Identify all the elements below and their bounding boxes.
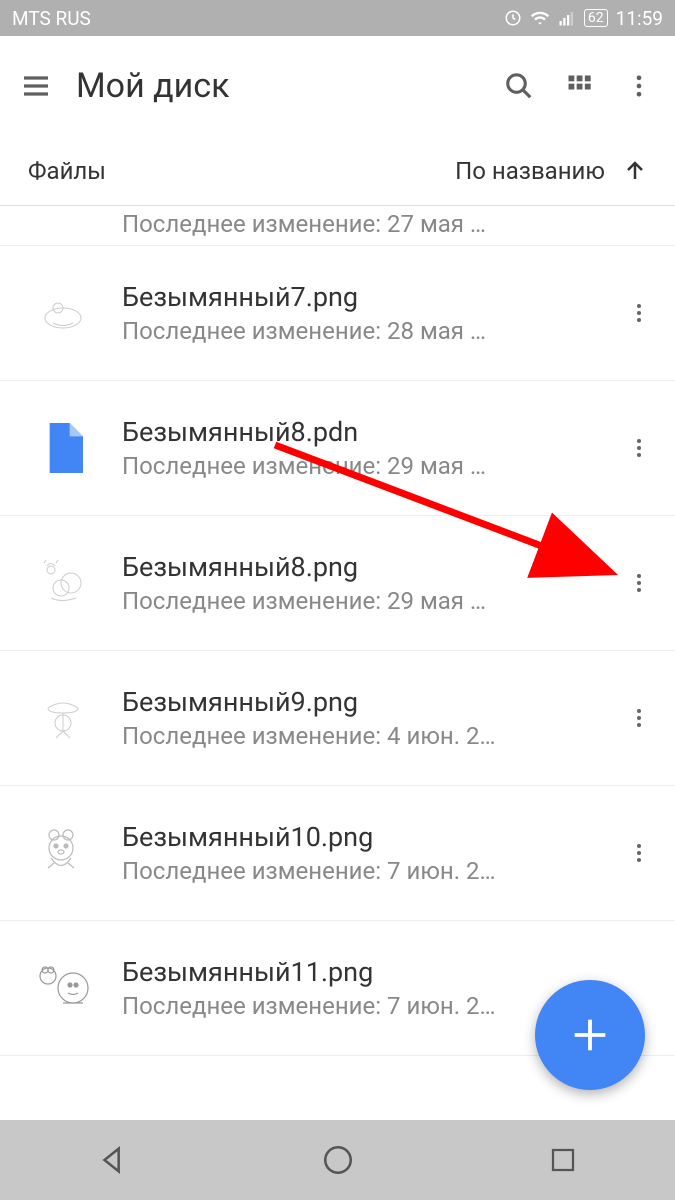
file-thumbnail [28,206,98,246]
arrow-up-icon [623,159,647,183]
list-item[interactable]: Безымянный10.png Последнее изменение: 7 … [0,786,675,921]
file-thumbnail [28,548,98,618]
sort-control[interactable]: По названию [455,157,647,185]
menu-icon[interactable] [16,66,56,106]
more-options-icon[interactable] [619,66,659,106]
section-label: Файлы [28,157,106,185]
list-item[interactable]: Безымянный8.png Последнее изменение: 29 … [0,516,675,651]
recent-button[interactable] [538,1135,588,1185]
list-item[interactable]: Безымянный8.pdn Последнее изменение: 29 … [0,381,675,516]
home-button[interactable] [313,1135,363,1185]
file-thumbnail [28,413,98,483]
file-more-icon[interactable] [619,206,659,246]
search-icon[interactable] [499,66,539,106]
file-text: Безымянный8.pdn Последнее изменение: 29 … [122,416,619,480]
sync-icon [504,9,522,27]
file-more-icon[interactable] [619,428,659,468]
file-list: Последнее изменение: 27 мая … Безымянный… [0,206,675,1056]
file-name: Безымянный7.png [122,281,619,313]
file-text: Последнее изменение: 27 мая … [122,206,619,238]
page-title: Мой диск [76,66,479,106]
list-item[interactable]: Последнее изменение: 27 мая … [0,206,675,246]
carrier-label: MTS RUS [12,7,91,30]
signal-icon [558,9,576,27]
file-name: Безымянный8.png [122,551,619,583]
status-right: 62 11:59 [504,7,663,30]
file-more-icon[interactable] [619,698,659,738]
file-name: Безымянный11.png [122,956,619,988]
list-item[interactable]: Безымянный7.png Последнее изменение: 28 … [0,246,675,381]
file-meta: Последнее изменение: 27 мая … [122,210,619,238]
file-meta: Последнее изменение: 28 мая … [122,317,619,345]
app-bar: Мой диск [0,36,675,136]
file-name: Безымянный10.png [122,821,619,853]
file-text: Безымянный10.png Последнее изменение: 7 … [122,821,619,885]
file-more-icon[interactable] [619,563,659,603]
file-meta: Последнее изменение: 4 июн. 2… [122,722,619,750]
file-text: Безымянный9.png Последнее изменение: 4 и… [122,686,619,750]
file-more-icon[interactable] [619,293,659,333]
clock: 11:59 [616,7,663,30]
sort-label: По названию [455,157,605,185]
file-text: Безымянный7.png Последнее изменение: 28 … [122,281,619,345]
nav-bar [0,1120,675,1200]
list-item[interactable]: Безымянный9.png Последнее изменение: 4 и… [0,651,675,786]
file-meta: Последнее изменение: 29 мая … [122,587,619,615]
file-thumbnail [28,278,98,348]
file-meta: Последнее изменение: 7 июн. 2… [122,857,619,885]
file-name: Безымянный9.png [122,686,619,718]
file-text: Безымянный8.png Последнее изменение: 29 … [122,551,619,615]
status-bar: MTS RUS 62 11:59 [0,0,675,36]
file-thumbnail [28,953,98,1023]
grid-view-icon[interactable] [559,66,599,106]
sort-bar: Файлы По названию [0,136,675,206]
wifi-icon [530,8,550,28]
back-button[interactable] [88,1135,138,1185]
file-more-icon[interactable] [619,833,659,873]
file-name: Безымянный8.pdn [122,416,619,448]
fab-add-button[interactable] [535,980,645,1090]
battery-level: 62 [584,9,608,27]
file-thumbnail [28,683,98,753]
file-thumbnail [28,818,98,888]
file-meta: Последнее изменение: 29 мая … [122,452,619,480]
